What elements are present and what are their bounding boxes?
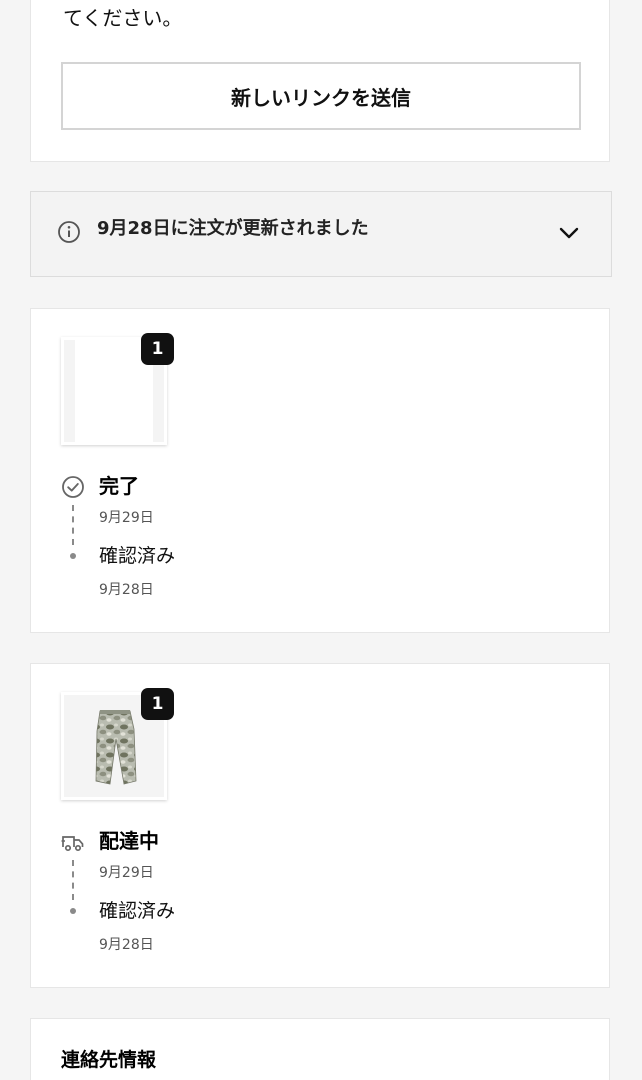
confirmed-date: 9月28日 <box>99 937 154 953</box>
confirmed-date: 9月28日 <box>99 582 154 598</box>
order-status-page: てください。 新しいリンクを送信 9月28日に注文が更新されました 1 完了 9… <box>0 0 642 1080</box>
shipment-timeline: 完了 9月29日 確認済み 9月28日 <box>61 474 561 615</box>
contact-info-title: 連絡先情報 <box>61 1049 157 1071</box>
confirmed-label: 確認済み <box>99 900 176 922</box>
shipment-status-date: 9月29日 <box>99 510 154 526</box>
shipment-card-completed: 1 完了 9月29日 確認済み 9月28日 <box>30 308 610 633</box>
shipment-card-in-delivery: 1 配達中 9月29日 確認済み 9月28日 <box>30 663 610 988</box>
timeline-dot <box>70 553 76 559</box>
verification-card: てください。 新しいリンクを送信 <box>30 0 610 162</box>
shipment-status: 完了 <box>99 474 139 498</box>
shipment-status-date: 9月29日 <box>99 865 154 881</box>
confirmed-label: 確認済み <box>99 545 176 567</box>
quantity-badge: 1 <box>141 688 174 720</box>
shipment-timeline: 配達中 9月29日 確認済み 9月28日 <box>61 829 561 970</box>
verification-text: てください。 <box>63 6 183 30</box>
order-updated-notice[interactable]: 9月28日に注文が更新されました <box>30 191 612 277</box>
contact-info-card: 連絡先情報 <box>30 1018 610 1080</box>
check-circle-icon <box>62 476 84 498</box>
timeline-connector <box>72 505 74 545</box>
notice-text: 9月28日に注文が更新されました <box>97 218 369 239</box>
info-icon <box>58 221 80 243</box>
timeline-connector <box>72 860 74 900</box>
send-new-link-button[interactable]: 新しいリンクを送信 <box>61 62 581 130</box>
timeline-dot <box>70 908 76 914</box>
shipment-status: 配達中 <box>99 829 159 853</box>
chevron-down-icon[interactable] <box>559 226 579 240</box>
quantity-badge: 1 <box>141 333 174 365</box>
delivery-truck-icon <box>61 836 84 852</box>
